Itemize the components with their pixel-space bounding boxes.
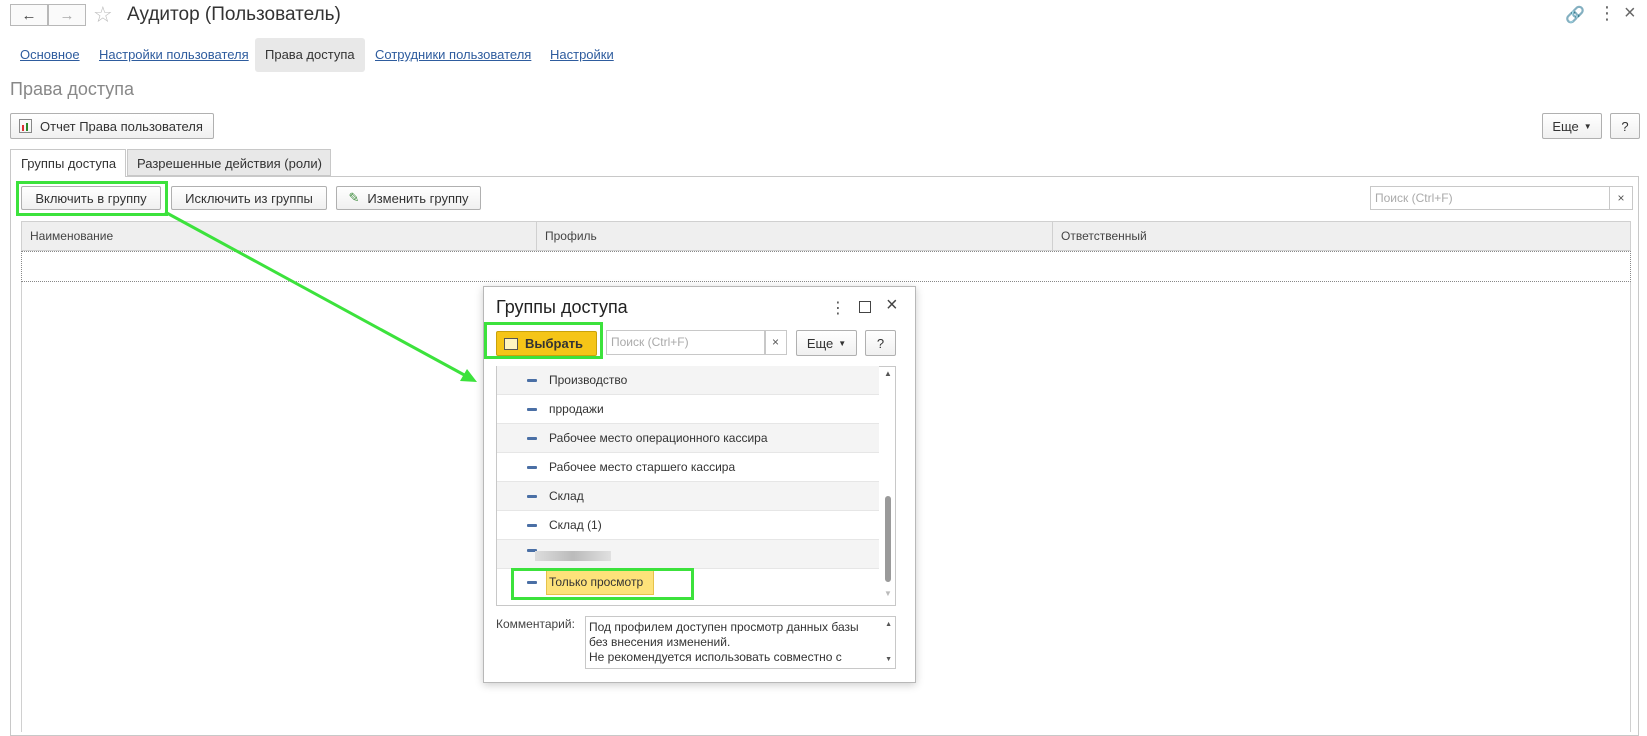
comment-scroll-down-icon[interactable]: ▼ (885, 656, 892, 663)
item-icon (527, 466, 537, 469)
dialog-help-button[interactable]: ? (865, 330, 896, 356)
chevron-down-icon: ▼ (838, 338, 847, 348)
list-item[interactable] (497, 540, 879, 569)
list-item[interactable]: Склад (1) (497, 511, 879, 540)
dialog-close-icon[interactable]: × (886, 294, 898, 317)
dialog-more-vert-icon[interactable]: ⋮ (830, 298, 846, 318)
list-scroll-down-icon[interactable]: ▼ (884, 589, 892, 598)
subtab-access-groups-label: Группы доступа (21, 156, 117, 171)
item-icon (527, 437, 537, 440)
comment-label: Комментарий: (496, 617, 575, 631)
subtab-access-groups[interactable]: Группы доступа (10, 149, 126, 177)
item-icon (527, 408, 537, 411)
select-highlight (484, 322, 603, 359)
comment-text: Под профилем доступен просмотр данных ба… (589, 620, 859, 664)
dialog-search-input[interactable]: Поиск (Ctrl+F) (606, 330, 766, 355)
list-item-label: Склад (1) (549, 518, 602, 532)
dialog-search-clear-icon[interactable]: × (764, 330, 787, 355)
comment-scroll-up-icon[interactable]: ▲ (885, 621, 892, 628)
dialog-help-label: ? (876, 335, 885, 351)
list-item[interactable]: прродажи (497, 395, 879, 424)
blurred-label (535, 551, 611, 561)
list-item-label: Рабочее место старшего кассира (549, 460, 736, 474)
dialog-more-label: Еще (806, 335, 834, 351)
item-icon (527, 495, 537, 498)
list-scroll-up-icon[interactable]: ▲ (884, 369, 892, 378)
list-item-label: Склад (549, 489, 584, 503)
list-scrollbar-thumb[interactable] (885, 496, 891, 582)
selected-item-highlight (511, 568, 694, 600)
dialog-title: Группы доступа (496, 297, 628, 317)
item-icon (527, 524, 537, 527)
list-item[interactable]: Склад (497, 482, 879, 511)
list-item-label: Рабочее место операционного кассира (549, 431, 768, 445)
comment-field[interactable]: Под профилем доступен просмотр данных ба… (585, 616, 896, 669)
list-item-label: Производство (549, 373, 628, 387)
item-icon (527, 379, 537, 382)
arrow-line (164, 210, 469, 379)
list-item-label: прродажи (549, 402, 604, 416)
dialog-more-button[interactable]: Еще ▼ (796, 330, 857, 356)
list-item[interactable]: Производство (497, 366, 879, 395)
list-item[interactable]: Рабочее место старшего кассира (497, 453, 879, 482)
dialog-maximize-icon[interactable] (859, 301, 871, 313)
list-item[interactable]: Рабочее место операционного кассира (497, 424, 879, 453)
